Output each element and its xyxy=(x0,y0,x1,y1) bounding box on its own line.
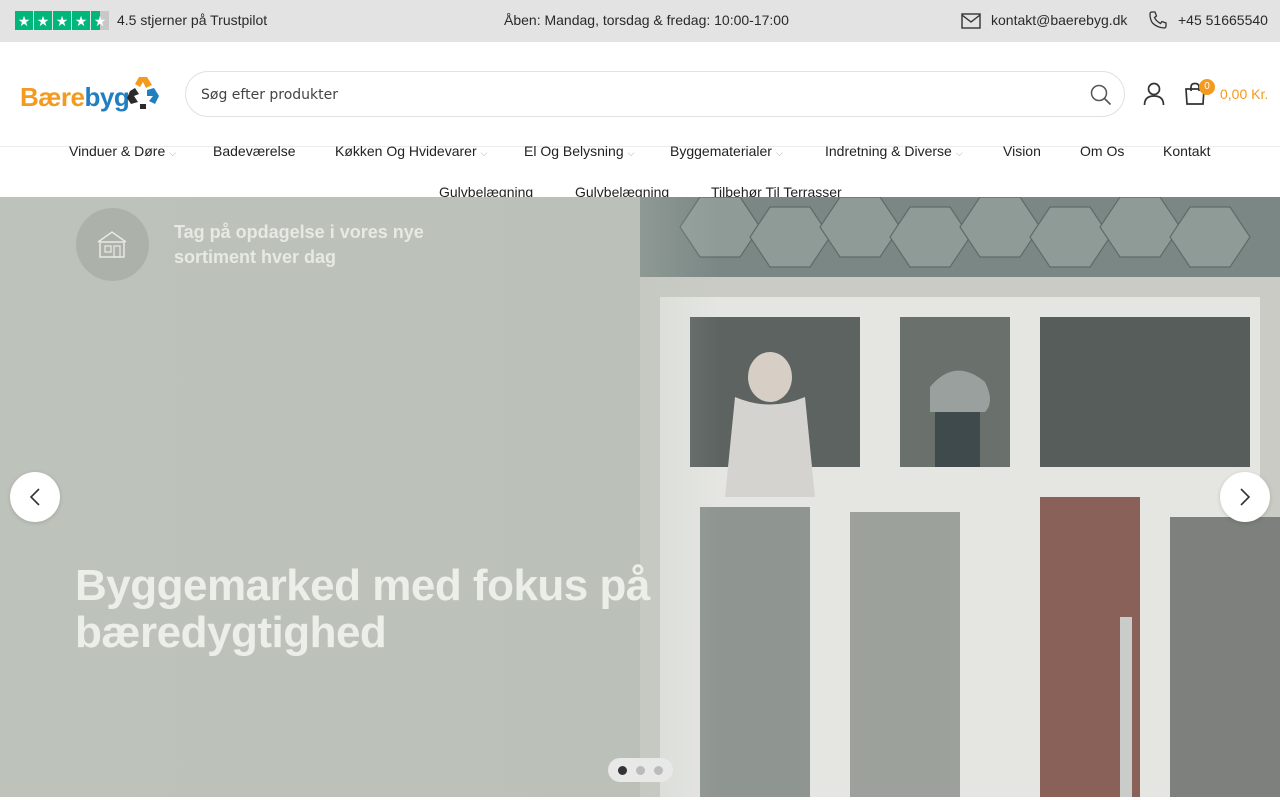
star-icon: ★ xyxy=(53,11,71,30)
nav-label: Kontakt xyxy=(1163,143,1211,159)
slider-prev-button[interactable] xyxy=(10,472,60,522)
star-icon: ★ xyxy=(72,11,90,30)
user-account-icon[interactable] xyxy=(1143,82,1165,106)
nav-item-el-belysning[interactable]: El Og Belysning ⌵ xyxy=(524,143,634,159)
slider-next-button[interactable] xyxy=(1220,472,1270,522)
phone-icon xyxy=(1149,11,1167,29)
star-icon: ★ xyxy=(34,11,52,30)
nav-item-vinduer-doere[interactable]: Vinduer & Døre ⌵ xyxy=(69,143,176,159)
nav-label: Køkken Og Hvidevarer xyxy=(335,143,477,159)
hero-heading: Byggemarked med fokus på bæredygtighed xyxy=(75,561,650,657)
logo-part-1: Bære xyxy=(20,82,85,112)
contact-email-link[interactable]: kontakt@baerebyg.dk xyxy=(991,12,1127,28)
contact-phone-link[interactable]: +45 51665540 xyxy=(1178,12,1268,28)
nav-label: Vinduer & Døre xyxy=(69,143,166,159)
nav-item-byggematerialer[interactable]: Byggematerialer ⌵ xyxy=(670,143,783,159)
chevron-down-icon: ⌵ xyxy=(480,148,488,158)
slider-dot-1[interactable] xyxy=(618,766,627,775)
nav-label: Vision xyxy=(1003,143,1041,159)
chevron-down-icon: ⌵ xyxy=(955,148,963,158)
nav-label: Badeværelse xyxy=(213,143,296,159)
trustpilot-rating-text[interactable]: 4.5 stjerner på Trustpilot xyxy=(117,12,267,28)
nav-item-kontakt[interactable]: Kontakt xyxy=(1163,143,1210,159)
star-icon: ★ xyxy=(15,11,33,30)
envelope-icon xyxy=(961,13,981,29)
star-half-icon: ★ xyxy=(91,11,109,30)
nav-label: El Og Belysning xyxy=(524,143,624,159)
search-input[interactable] xyxy=(201,84,1061,106)
cart-count-badge: 0 xyxy=(1199,79,1215,95)
hero-overlay xyxy=(0,197,720,797)
logo-wordmark: Bærebyg xyxy=(20,82,130,113)
nav-item-badevaerelse[interactable]: Badeværelse xyxy=(213,143,296,159)
house-icon xyxy=(97,231,127,258)
nav-item-om-os[interactable]: Om Os xyxy=(1080,143,1124,159)
search-bar xyxy=(185,71,1125,117)
search-icon[interactable] xyxy=(1090,84,1112,106)
chevron-left-icon xyxy=(29,488,40,506)
cart-total[interactable]: 0,00 Kr. xyxy=(1220,86,1268,102)
logo-part-2: byg xyxy=(84,82,130,112)
chevron-right-icon xyxy=(1240,488,1251,506)
chevron-down-icon: ⌵ xyxy=(169,148,177,158)
slider-dot-2[interactable] xyxy=(636,766,645,775)
top-bar: ★ ★ ★ ★ ★ 4.5 stjerner på Trustpilot Åbe… xyxy=(0,0,1280,42)
nav-item-koekken[interactable]: Køkken Og Hvidevarer ⌵ xyxy=(335,143,487,159)
slider-dot-3[interactable] xyxy=(654,766,663,775)
nav-label: Byggematerialer xyxy=(670,143,772,159)
trustpilot-stars[interactable]: ★ ★ ★ ★ ★ xyxy=(15,11,109,30)
slider-pagination xyxy=(608,758,673,782)
nav-label: Om Os xyxy=(1080,143,1125,159)
site-logo[interactable]: Bærebyg xyxy=(20,74,165,114)
opening-hours: Åben: Mandag, torsdag & fredag: 10:00-17… xyxy=(504,12,789,28)
nav-item-vision[interactable]: Vision xyxy=(1003,143,1041,159)
hero-slider: Tag på opdagelse i vores nye sortiment h… xyxy=(0,197,1280,797)
nav-label: Indretning & Diverse xyxy=(825,143,952,159)
chevron-down-icon: ⌵ xyxy=(627,148,635,158)
chevron-down-icon: ⌵ xyxy=(775,148,783,158)
recycle-icon xyxy=(127,77,159,109)
feature-text: Tag på opdagelse i vores nye sortiment h… xyxy=(174,222,424,267)
nav-item-indretning[interactable]: Indretning & Diverse ⌵ xyxy=(825,143,963,159)
